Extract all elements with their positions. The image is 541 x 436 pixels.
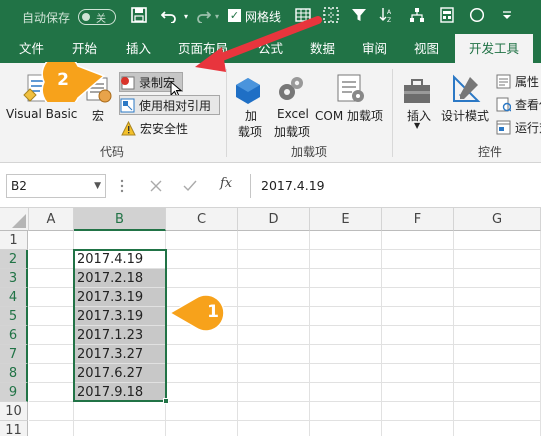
callout-two-label: 2 (57, 70, 69, 90)
excel-window: 自动保存 关 ▾ ▾ ✓ 网格线 AZ 文件 开始 插入 页面布局 公式 数据 … (0, 0, 541, 436)
red-arrow (210, 16, 322, 64)
callout-two: 2 (40, 54, 108, 110)
red-arrow-head (195, 47, 226, 72)
callout-one: 1 (168, 292, 240, 334)
callout-one-label: 1 (207, 302, 219, 322)
